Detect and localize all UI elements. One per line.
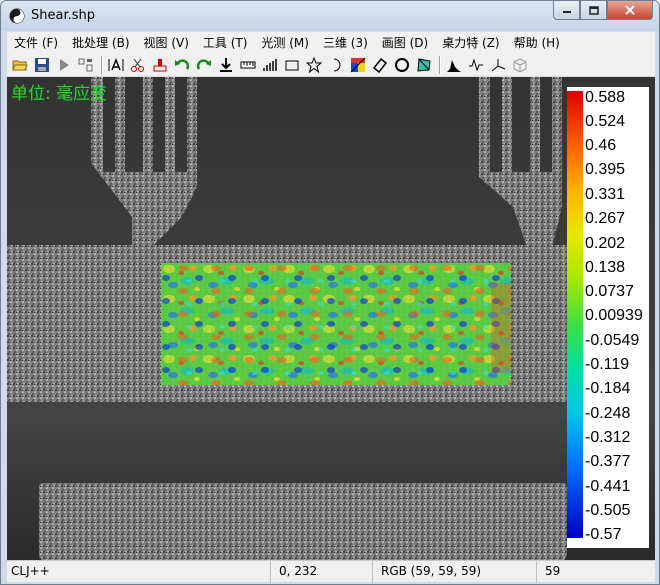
colorbar-label: -0.441 xyxy=(585,478,631,495)
window-title: Shear.shp xyxy=(31,8,96,23)
colorbar-label: 0.331 xyxy=(585,186,626,203)
save-icon xyxy=(35,57,49,72)
menu-batch[interactable]: 批处理 (B) xyxy=(65,34,136,51)
close-icon xyxy=(625,5,635,15)
cut-button[interactable] xyxy=(128,55,148,75)
colorbar-label: -0.184 xyxy=(585,380,631,397)
star-icon xyxy=(306,56,322,73)
menu-tools[interactable]: 工具 (T) xyxy=(196,34,255,51)
colorbar-label: -0.377 xyxy=(585,453,631,470)
menu-help[interactable]: 帮助 (H) xyxy=(507,34,567,51)
maximize-button[interactable] xyxy=(580,1,607,20)
colorbar-labels: 0.588 0.524 0.46 0.395 0.331 0.267 0.202… xyxy=(585,87,649,548)
download-button[interactable] xyxy=(216,55,236,75)
menu-bar: 文件 (F) 批处理 (B) 视图 (V) 工具 (T) 光测 (M) 三维 (… xyxy=(7,32,655,53)
maximize-icon xyxy=(588,5,599,15)
menu-measure[interactable]: 光测 (M) xyxy=(254,34,316,51)
peak-button[interactable] xyxy=(444,55,464,75)
image-canvas[interactable]: 单位: 毫应变 0.588 0.524 0.46 0.395 0.331 0.2… xyxy=(7,77,655,560)
circle-icon xyxy=(395,57,409,72)
toolbar-separator xyxy=(101,55,103,74)
redo-icon xyxy=(196,58,211,70)
open-button[interactable] xyxy=(10,55,30,75)
colorbar-label: -0.505 xyxy=(585,502,631,519)
colorbar-label: 0.524 xyxy=(585,113,626,130)
colorbar-label: -0.0549 xyxy=(585,332,640,349)
menu-view[interactable]: 视图 (V) xyxy=(137,34,196,51)
play-icon xyxy=(60,58,69,71)
bar-graph-icon xyxy=(263,58,277,71)
layout-button[interactable] xyxy=(76,55,96,75)
colormap-icon xyxy=(350,57,366,72)
save-button[interactable] xyxy=(32,55,52,75)
colorbar-label: -0.57 xyxy=(585,526,622,543)
colorbar-gradient xyxy=(567,91,583,538)
stamp-button[interactable] xyxy=(150,55,170,75)
colorbar-label: -0.312 xyxy=(585,429,631,446)
rectangle-button[interactable] xyxy=(282,55,302,75)
toolbar-separator xyxy=(439,55,441,74)
colorbar-label: -0.119 xyxy=(585,356,630,373)
menu-zhuolite[interactable]: 桌力特 (Z) xyxy=(435,34,506,51)
toolbar xyxy=(7,53,655,77)
ruler-icon xyxy=(240,61,256,68)
status-rgb: RGB (59, 59, 59) xyxy=(377,561,537,583)
scissors-icon xyxy=(131,58,144,72)
moon-icon xyxy=(333,58,341,71)
colorbar-label: -0.248 xyxy=(585,405,631,422)
colorbar-label: 0.395 xyxy=(585,161,626,178)
moon-button[interactable] xyxy=(326,55,346,75)
status-value: 59 xyxy=(545,564,561,578)
colorbar-label: 0.00939 xyxy=(585,307,643,324)
wave-button[interactable] xyxy=(466,55,486,75)
stamp-icon xyxy=(153,58,167,71)
app-window: Shear.shp 文件 (F) 批处理 (B) 视图 (V) 工具 (T) 光… xyxy=(0,0,660,585)
undo-icon xyxy=(175,58,190,70)
undo-button[interactable] xyxy=(172,55,192,75)
colorbar-label: 0.588 xyxy=(585,89,626,106)
eraser-icon xyxy=(372,57,388,73)
ruler-button[interactable] xyxy=(238,55,258,75)
unit-label: 单位: 毫应变 xyxy=(11,84,108,104)
colorbar-label: 0.46 xyxy=(585,137,617,154)
star-button[interactable] xyxy=(304,55,324,75)
app-logo-icon xyxy=(9,8,25,24)
status-coordinates: 0, 232 xyxy=(275,561,373,583)
run-button[interactable] xyxy=(54,55,74,75)
text-icon xyxy=(108,57,124,71)
peak-icon xyxy=(447,59,461,72)
colorbar-label: 0.267 xyxy=(585,210,626,227)
bar-graph-button[interactable] xyxy=(260,55,280,75)
minimize-button[interactable] xyxy=(553,1,580,20)
colorbar-label: 0.202 xyxy=(585,235,626,252)
open-folder-icon xyxy=(12,60,28,70)
cube-button[interactable] xyxy=(510,55,530,75)
title-bar: Shear.shp xyxy=(1,1,659,31)
strain-field-overlay xyxy=(161,263,511,385)
status-app: CLJ++ xyxy=(7,561,271,583)
colorbar-label: 0.138 xyxy=(585,259,626,276)
circle-button[interactable] xyxy=(392,55,412,75)
wave-icon xyxy=(469,57,483,72)
colorbar-label: 0.0737 xyxy=(585,283,634,300)
eraser-button[interactable] xyxy=(370,55,390,75)
rectangle-icon xyxy=(285,60,299,70)
colorbar-legend: 0.588 0.524 0.46 0.395 0.331 0.267 0.202… xyxy=(567,87,649,548)
download-icon xyxy=(220,57,232,72)
layout-icon xyxy=(78,58,93,71)
polygon-icon xyxy=(417,57,431,72)
menu-draw[interactable]: 画图 (D) xyxy=(375,34,435,51)
cube-icon xyxy=(513,57,527,73)
polygon-button[interactable] xyxy=(414,55,434,75)
status-bar: CLJ++ 0, 232 RGB (59, 59, 59) 59 xyxy=(7,560,655,583)
text-button[interactable] xyxy=(106,55,126,75)
axis-button[interactable] xyxy=(488,55,508,75)
menu-3d[interactable]: 三维 (3) xyxy=(316,34,375,51)
menu-file[interactable]: 文件 (F) xyxy=(7,34,65,51)
redo-button[interactable] xyxy=(194,55,214,75)
axis-icon xyxy=(491,58,506,71)
close-button[interactable] xyxy=(607,1,653,20)
minimize-icon xyxy=(562,11,571,13)
colormap-button[interactable] xyxy=(348,55,368,75)
